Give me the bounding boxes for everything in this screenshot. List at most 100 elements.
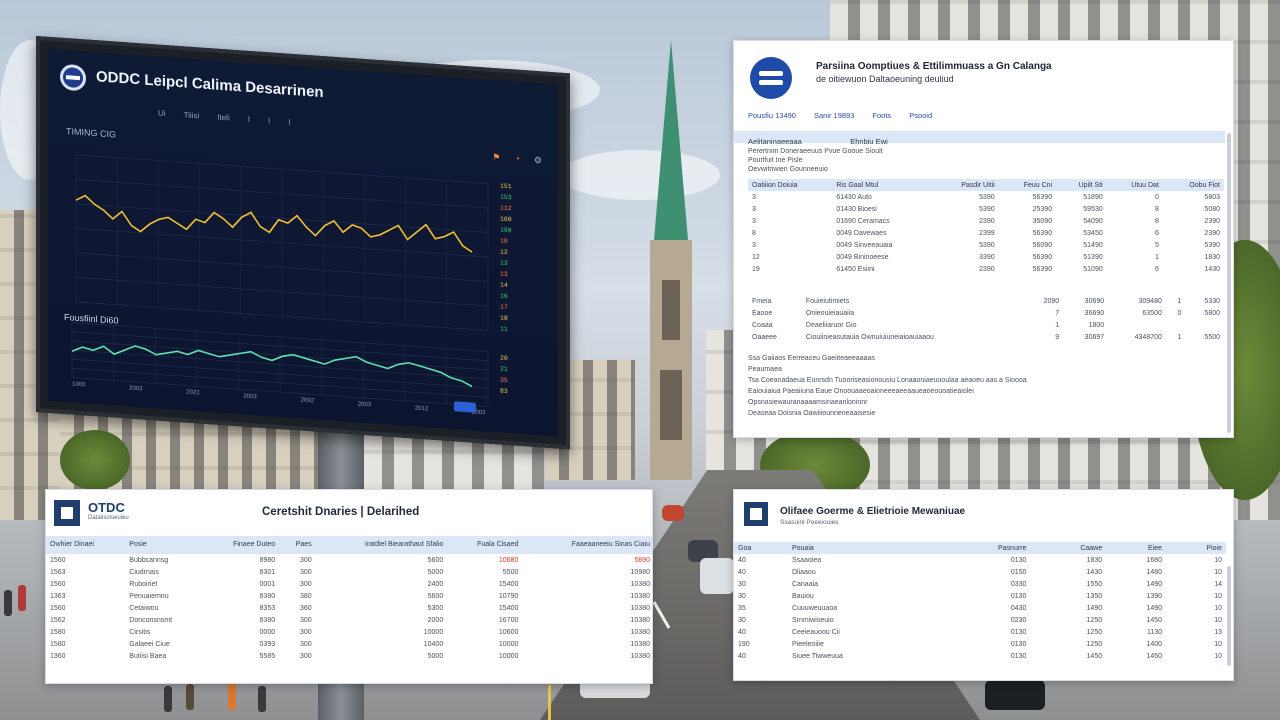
table-row[interactable]: 19 61450 Esiini 2390 56390 51090 6 1430 [748,263,1224,275]
table-row[interactable]: 3 61430 Auto 5390 56390 51890 0 5803 [748,191,1224,203]
table-row[interactable]: 1360 Butiisi Baea 5585 300 5000 10000 10380 [46,650,652,662]
table-row[interactable]: 40 Ceeieauoou Cii 0130 1250 1130 13 [734,626,1226,638]
table-row[interactable]: 1560 Cetaiwou 8353 360 5300 15400 10380 [46,602,652,614]
column-header[interactable]: Fuala Cisaed [447,536,523,554]
billboard-title: ODDC Leipcl Calima Desarrinen [96,68,324,102]
table-row[interactable]: 30 Bauiou 0130 1350 1390 10 [734,590,1226,602]
data-table: Oatiiion Doiuia Ris Gaal Mtul Pasdir Uitii… [748,179,1224,275]
billboard-tab[interactable]: Tiiisi [184,110,200,120]
table-cell: 300 [299,568,312,576]
table-cell: 300 [299,556,312,564]
table-row[interactable]: 40 Dliaaou 0150 1430 1480 10 [734,566,1226,578]
table-row[interactable]: 1580 Galaeei Ciue 0393 300 10400 10000 10380 [46,638,652,650]
table-row[interactable]: 190 Pieeleoiiie 0130 1250 1400 10 [734,638,1226,650]
table-cell: 5000 [427,652,444,660]
column-header[interactable]: Pioie [1166,542,1226,554]
table-cell: Fmeia [752,297,772,305]
table-row[interactable]: 12 0049 Bininoeese 3390 56390 51390 1 1830 [748,251,1224,263]
column-header[interactable]: Pasdir Uitii [933,179,999,191]
column-header[interactable]: Posie [125,536,203,554]
table-cell: 16700 [498,616,519,624]
billboard-tab[interactable]: Ui [158,109,166,119]
column-header[interactable]: Ris Gaal Mtul [832,179,934,191]
table-row[interactable]: 1563 Ciudrnais 8301 300 5000 5500 10980 [46,566,652,578]
billboard-tab[interactable]: I [248,115,250,124]
column-header[interactable]: Pouaia [787,542,938,554]
table-cell: 1430 [1086,568,1103,576]
notes-block: Ssa Gaiiaos Eerreaceu Gaeiiteaeeaaaas Pea… [748,353,1224,419]
flag-icon[interactable]: ⚑ [492,152,500,164]
billboard-tab[interactable]: I [268,116,270,125]
column-header[interactable]: Paes [279,536,316,554]
table-row[interactable]: 1560 Bubbcannsg 8980 300 5600 10680 5890 [46,554,652,566]
table-row[interactable]: Fmeia Fouieiutimiets 2090 30690 309480 1 5330 [748,295,1224,307]
column-header[interactable]: Finaee Duteo [202,536,280,554]
scrollbar[interactable] [1227,566,1231,666]
bell-icon[interactable]: ◔ [514,153,519,164]
table-row[interactable]: Eaooe Onieouieiauaiia 7 36690 63500 0 5800 [748,307,1224,319]
scrollbar[interactable] [1227,133,1231,433]
column-header[interactable]: Goa [734,542,788,554]
table-row[interactable]: 1560 Ruboiriet 0001 300 2400 15400 10380 [46,578,652,590]
brand-name: OTDC [88,500,125,515]
column-header[interactable]: Eiee [1106,542,1167,554]
table-cell [1166,319,1185,331]
table-row[interactable]: 30 Srnmiwiseuio 0230 1250 1450 10 [734,614,1226,626]
table-cell: 5803 [1204,193,1220,201]
table-cell: 10380 [630,592,650,600]
table-row[interactable]: 30 Canaaia 0330 1550 1490 14 [734,578,1226,590]
column-header[interactable]: Caawe [1030,542,1107,554]
tab[interactable]: Psooid [909,111,932,120]
tab[interactable]: Sanir 19893 [814,111,854,120]
table-cell: 5390 [979,205,995,213]
billboard-tab[interactable]: Iteli [217,113,229,123]
billboard-tab[interactable]: I [288,118,290,127]
column-header[interactable]: Pasnurre [937,542,1031,554]
table-cell: Coaaa [752,321,773,329]
column-header[interactable]: Faaeaaneeiu Sinas Ciaiu [522,536,652,554]
table-cell: 1 [1055,321,1060,329]
column-header[interactable]: Upilt Sti [1056,179,1107,191]
table-cell: 1680 [1146,556,1163,564]
column-header[interactable]: Iratdiel Biearathaut Sfalio [315,536,448,554]
tab[interactable]: Foots [872,111,891,120]
table-row[interactable]: 8 0049 Davewaes 2399 56390 53450 6 2390 [748,227,1224,239]
column-header[interactable]: Oatiiion Doiuia [748,179,833,191]
table-row[interactable]: 3 01690 Ceramacs 2390 35090 54090 8 2390 [748,215,1224,227]
table-cell: 1 [1177,333,1182,341]
table-cell: 309480 [1138,297,1162,305]
table-cell: Deaeliiaruor Gio [805,321,857,329]
table-row[interactable]: 3 01430 Bioesi 5390 25390 59530 8 5080 [748,203,1224,215]
section-header-label: Aelitaninaeeaaa [748,137,802,146]
ticker-symbol: 160 [500,215,512,224]
table-cell: 1830 [1204,253,1220,261]
table-row[interactable]: Coaaa Deaeliiaruor Gio 1 1800 [748,319,1224,331]
settings-icon[interactable]: ⚙ [534,155,542,167]
table-row[interactable]: 40 Siuee Tiwweuua 0130 1450 1450 10 [734,650,1226,662]
table-row[interactable]: 35 Cuuuweuuaoa 0430 1490 1490 10 [734,602,1226,614]
table-row[interactable]: 1562 Donconsnsmt 8380 300 2000 16700 10380 [46,614,652,626]
table-cell: 36690 [1084,309,1105,317]
table-cell: 1490 [1146,604,1163,612]
column-header[interactable]: Oobu Fiot [1162,179,1224,191]
billboard: ODDC Leipcl Calima Desarrinen Ui Tiiisi … [36,36,570,450]
table-row[interactable]: Oaaeee Ciouiinieasutauia Ownuiuiuneiaioau… [748,331,1224,343]
table-cell: 1830 [1086,556,1103,564]
column-header[interactable]: Feuu Cni [998,179,1057,191]
table-row[interactable]: 40 Ssaaoiea 0130 1830 1680 10 [734,554,1226,566]
table-cell: 1390 [1146,592,1163,600]
table-cell: 3 [752,217,756,225]
table-row[interactable]: 1363 Penuaiemnu 8380 380 5600 10790 10380 [46,590,652,602]
car [985,680,1045,710]
billboard-action-button[interactable] [454,401,476,413]
report-panel-bottom-right: Olifaee Goerme & Elietrioie Mewaniuae Ss… [733,489,1234,681]
ticker-symbol: 16 [500,292,508,300]
table-cell: 15400 [498,580,519,588]
table-row[interactable]: 1580 Cirsitis 0000 300 10000 10600 10380 [46,626,652,638]
ticker-sidebar-2: 200.4210.9350.1830.3 [500,352,558,401]
table-row[interactable]: 3 0049 Sinveeauaia 5390 56090 51490 5 5390 [748,239,1224,251]
column-header[interactable]: Utuu Dat [1106,179,1163,191]
tab[interactable]: Pousfiu 13490 [748,111,796,120]
column-header[interactable]: Owhier Dinaei [46,536,126,554]
meta-row: Perertnim Doneraeeuus Pvue Gooue Siouit [748,148,883,155]
